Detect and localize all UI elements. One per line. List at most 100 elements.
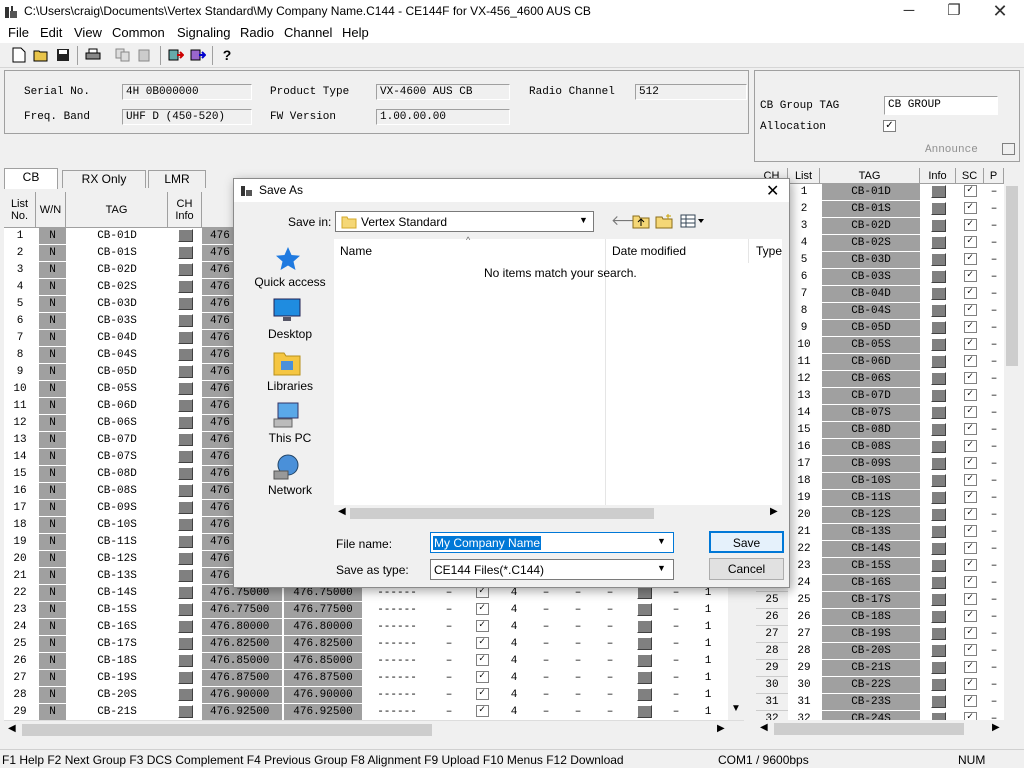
wn-cell[interactable]: N: [39, 279, 66, 296]
ch-info-cell[interactable]: [168, 670, 202, 687]
tag-cell[interactable]: CB-20S: [66, 687, 168, 704]
ch-info-button[interactable]: [177, 364, 193, 378]
info-button[interactable]: [930, 405, 946, 419]
restore-icon[interactable]: ❐: [931, 0, 977, 23]
sc-checkbox[interactable]: ✓: [963, 661, 977, 674]
help-icon[interactable]: ?: [218, 46, 236, 64]
right-tag-cell[interactable]: CB-15S: [822, 558, 920, 575]
table-row[interactable]: 23 N CB-15S 476.77500 476.77500 ------ – ✓ 4 – – – –…: [4, 602, 744, 619]
list-cell[interactable]: 2: [788, 201, 820, 218]
row-checkbox[interactable]: ✓: [475, 620, 489, 633]
info-button[interactable]: [930, 439, 946, 453]
menu-signaling[interactable]: Signaling: [177, 25, 231, 40]
sc-cell[interactable]: ✓: [956, 269, 984, 286]
sc-cell[interactable]: ✓: [956, 660, 984, 677]
ch-info-cell[interactable]: [168, 398, 202, 415]
wn-cell[interactable]: N: [39, 364, 66, 381]
sc-cell[interactable]: ✓: [956, 286, 984, 303]
tx-freq-cell[interactable]: 476.80000: [284, 619, 362, 636]
ch-info-cell[interactable]: [168, 636, 202, 653]
ch-info-button[interactable]: [177, 483, 193, 497]
info-button[interactable]: [930, 388, 946, 402]
sc-checkbox[interactable]: ✓: [963, 440, 977, 453]
sc-checkbox[interactable]: ✓: [963, 236, 977, 249]
right-tag-cell[interactable]: CB-13S: [822, 524, 920, 541]
ch-info-cell[interactable]: [168, 364, 202, 381]
file-list-hscrollbar[interactable]: ◀ ▶: [334, 505, 782, 522]
close-icon[interactable]: ✕: [977, 0, 1023, 23]
check-cell[interactable]: ✓: [470, 670, 494, 687]
sc-checkbox[interactable]: ✓: [963, 695, 977, 708]
sc-cell[interactable]: ✓: [956, 643, 984, 660]
channel-row[interactable]: 1 CB-01D ✓ –: [756, 184, 1004, 201]
rx-freq-cell[interactable]: 476.77500: [202, 602, 282, 619]
option-button[interactable]: [636, 670, 652, 684]
allocation-checkbox[interactable]: ✓: [883, 120, 896, 132]
info-button[interactable]: [930, 711, 946, 720]
info-button[interactable]: [930, 184, 946, 198]
channel-row[interactable]: 28 28 CB-20S ✓ –: [756, 643, 1004, 660]
option-cell[interactable]: [632, 704, 656, 720]
info-cell[interactable]: [920, 694, 956, 711]
ch-info-cell[interactable]: [168, 483, 202, 500]
list-cell[interactable]: 25: [788, 592, 820, 609]
write-radio-icon[interactable]: [189, 46, 207, 64]
rx-freq-cell[interactable]: 476.87500: [202, 670, 282, 687]
save-type-dropdown[interactable]: CE144 Files(*.C144) ▼: [430, 559, 674, 580]
right-tag-cell[interactable]: CB-22S: [822, 677, 920, 694]
place-desktop[interactable]: Desktop: [248, 327, 332, 341]
list-scroll-right-icon[interactable]: ▶: [770, 506, 778, 517]
sc-cell[interactable]: ✓: [956, 388, 984, 405]
ch-info-cell[interactable]: [168, 347, 202, 364]
save-in-dropdown[interactable]: Vertex Standard ▼: [335, 211, 594, 232]
tag-cell[interactable]: CB-03S: [66, 313, 168, 330]
ch-info-cell[interactable]: [168, 449, 202, 466]
channel-row[interactable]: 29 29 CB-21S ✓ –: [756, 660, 1004, 677]
wn-cell[interactable]: N: [39, 653, 66, 670]
row-checkbox[interactable]: ✓: [475, 603, 489, 616]
wn-cell[interactable]: N: [39, 415, 66, 432]
channel-row[interactable]: 20 CB-12S ✓ –: [756, 507, 1004, 524]
sc-checkbox[interactable]: ✓: [963, 355, 977, 368]
option-button[interactable]: [636, 602, 652, 616]
tag-cell[interactable]: CB-18S: [66, 653, 168, 670]
sc-checkbox[interactable]: ✓: [963, 712, 977, 720]
list-cell[interactable]: 10: [788, 337, 820, 354]
ch-info-cell[interactable]: [168, 585, 202, 602]
tag-cell[interactable]: CB-02D: [66, 262, 168, 279]
tx-freq-cell[interactable]: 476.90000: [284, 687, 362, 704]
sc-cell[interactable]: ✓: [956, 405, 984, 422]
list-cell[interactable]: 7: [788, 286, 820, 303]
wn-cell[interactable]: N: [39, 534, 66, 551]
right-tag-cell[interactable]: CB-02D: [822, 218, 920, 235]
wn-cell[interactable]: N: [39, 585, 66, 602]
col-name-header[interactable]: Name: [340, 244, 372, 258]
tab-lmr[interactable]: LMR: [148, 170, 206, 188]
tx-freq-cell[interactable]: 476.87500: [284, 670, 362, 687]
sc-checkbox[interactable]: ✓: [963, 389, 977, 402]
tag-cell[interactable]: CB-04D: [66, 330, 168, 347]
list-cell[interactable]: 24: [788, 575, 820, 592]
sc-checkbox[interactable]: ✓: [963, 372, 977, 385]
rx-freq-cell[interactable]: 476.90000: [202, 687, 282, 704]
wn-cell[interactable]: N: [39, 687, 66, 704]
sc-cell[interactable]: ✓: [956, 541, 984, 558]
info-cell[interactable]: [920, 337, 956, 354]
list-cell[interactable]: 9: [788, 320, 820, 337]
info-cell[interactable]: [920, 303, 956, 320]
read-radio-icon[interactable]: [167, 46, 185, 64]
tag-cell[interactable]: CB-01S: [66, 245, 168, 262]
info-cell[interactable]: [920, 456, 956, 473]
this-pc-icon[interactable]: [272, 401, 302, 429]
info-button[interactable]: [930, 490, 946, 504]
row-checkbox[interactable]: ✓: [475, 688, 489, 701]
file-name-chevron-icon[interactable]: ▼: [657, 536, 666, 546]
list-cell[interactable]: 3: [788, 218, 820, 235]
info-cell[interactable]: [920, 286, 956, 303]
tone-cell[interactable]: ------: [372, 670, 422, 687]
sc-cell[interactable]: ✓: [956, 320, 984, 337]
info-button[interactable]: [930, 660, 946, 674]
right-tag-cell[interactable]: CB-09S: [822, 456, 920, 473]
right-tag-cell[interactable]: CB-20S: [822, 643, 920, 660]
info-cell[interactable]: [920, 558, 956, 575]
